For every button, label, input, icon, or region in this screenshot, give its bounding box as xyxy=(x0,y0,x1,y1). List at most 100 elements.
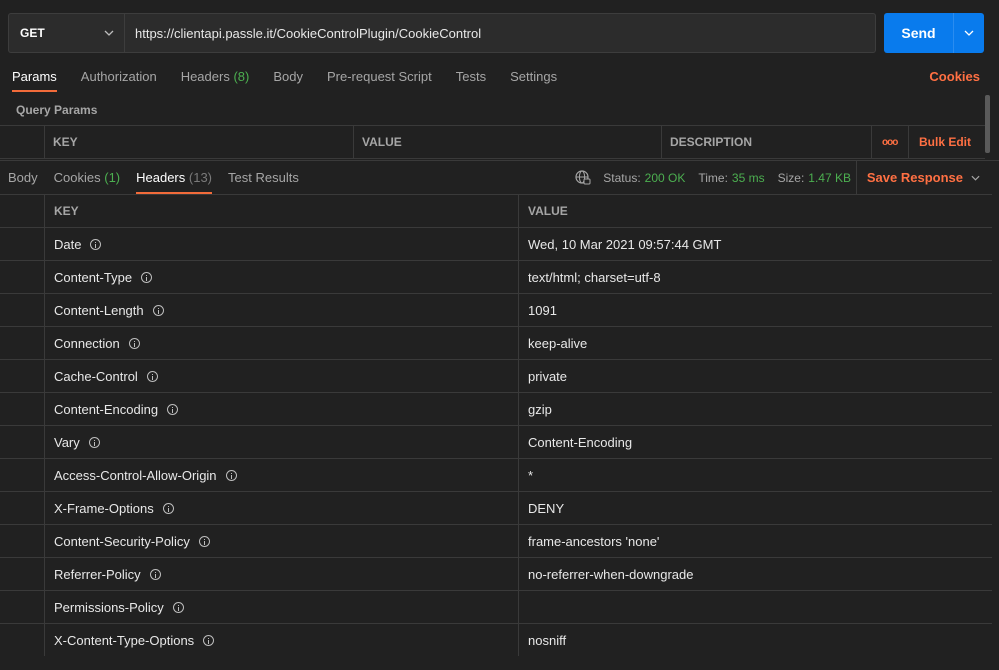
info-icon[interactable] xyxy=(128,337,140,349)
status-value[interactable]: 200 OK xyxy=(645,171,686,185)
tab-count: (8) xyxy=(233,69,250,84)
globe-icon[interactable] xyxy=(575,169,591,186)
info-icon[interactable] xyxy=(167,403,179,415)
header-value: DENY xyxy=(528,500,565,516)
query-params-title: Query Params xyxy=(16,103,98,117)
header-key-cell[interactable]: Access-Control-Allow-Origin xyxy=(45,459,519,491)
header-key: Content-Length xyxy=(54,302,144,318)
header-key-cell[interactable]: X-Frame-Options xyxy=(45,492,519,524)
header-key-cell[interactable]: Content-Type xyxy=(45,261,519,293)
value-column-header: VALUE xyxy=(528,204,568,218)
header-key-cell[interactable]: Content-Encoding xyxy=(45,393,519,425)
info-icon[interactable] xyxy=(146,370,158,382)
response-bar: Body Cookies (1) Headers (13) Test Resul… xyxy=(0,160,999,194)
header-key-cell[interactable]: Connection xyxy=(45,327,519,359)
method-select[interactable]: GET xyxy=(8,13,124,53)
row-gutter xyxy=(0,327,45,359)
header-key-cell[interactable]: Referrer-Policy xyxy=(45,558,519,590)
info-icon[interactable] xyxy=(152,304,164,316)
time-label: Time: xyxy=(698,170,728,185)
header-value-cell[interactable]: private xyxy=(519,360,992,392)
header-value: text/html; charset=utf-8 xyxy=(528,269,661,285)
info-icon[interactable] xyxy=(162,502,174,514)
header-value-cell[interactable]: text/html; charset=utf-8 xyxy=(519,261,992,293)
table-row: Access-Control-Allow-Origin * xyxy=(0,458,992,491)
method-label: GET xyxy=(20,26,45,40)
row-gutter xyxy=(0,261,45,293)
header-key-cell[interactable]: Cache-Control xyxy=(45,360,519,392)
header-value-cell[interactable] xyxy=(519,591,992,623)
url-input[interactable]: https://clientapi.passle.it/CookieContro… xyxy=(124,13,876,53)
info-icon[interactable] xyxy=(203,634,215,646)
info-icon[interactable] xyxy=(141,271,153,283)
table-row: Cache-Control private xyxy=(0,359,992,392)
header-key: Referrer-Policy xyxy=(54,566,141,582)
send-options-button[interactable] xyxy=(953,13,984,53)
chevron-down-icon xyxy=(104,30,114,36)
header-value-cell[interactable]: gzip xyxy=(519,393,992,425)
response-status: Status: 200 OK Time: 35 ms Size: 1.47 KB xyxy=(575,161,851,194)
time-value[interactable]: 35 ms xyxy=(732,171,765,185)
tab-pre-request-script[interactable]: Pre-request Script xyxy=(327,68,432,92)
header-key-cell[interactable]: Vary xyxy=(45,426,519,458)
table-row: Referrer-Policy no-referrer-when-downgrad… xyxy=(0,557,992,590)
chevron-down-icon xyxy=(964,30,974,36)
tab-test-results[interactable]: Test Results xyxy=(228,161,299,194)
tab-tests[interactable]: Tests xyxy=(456,68,486,92)
tab-body[interactable]: Body xyxy=(273,68,303,92)
params-key-header: KEY xyxy=(45,126,354,158)
header-value-cell[interactable]: * xyxy=(519,459,992,491)
row-gutter xyxy=(0,558,45,590)
header-value-cell[interactable]: Wed, 10 Mar 2021 09:57:44 GMT xyxy=(519,228,992,260)
header-value-cell[interactable]: 1091 xyxy=(519,294,992,326)
row-gutter xyxy=(0,591,45,623)
row-gutter xyxy=(0,459,45,491)
tab-label: Tests xyxy=(455,69,487,84)
header-key: Content-Security-Policy xyxy=(54,533,190,549)
info-icon[interactable] xyxy=(149,568,161,580)
header-value-cell[interactable]: Content-Encoding xyxy=(519,426,992,458)
info-icon[interactable] xyxy=(90,238,102,250)
request-bar: GET https://clientapi.passle.it/CookieCo… xyxy=(8,13,984,53)
info-icon[interactable] xyxy=(172,601,184,613)
save-response-button[interactable]: Save Response xyxy=(855,161,980,194)
send-button[interactable]: Send xyxy=(884,13,953,53)
tab-response-body[interactable]: Body xyxy=(8,161,38,194)
size-value[interactable]: 1.47 KB xyxy=(808,171,851,185)
header-key-cell[interactable]: Permissions-Policy xyxy=(45,591,519,623)
bulk-edit-button[interactable]: Bulk Edit xyxy=(909,126,985,158)
header-key-cell[interactable]: Content-Security-Policy xyxy=(45,525,519,557)
tab-authorization[interactable]: Authorization xyxy=(81,68,157,92)
header-key-cell[interactable]: Date xyxy=(45,228,519,260)
table-row: Content-Length 1091 xyxy=(0,293,992,326)
tab-response-headers[interactable]: Headers (13) xyxy=(136,161,212,194)
tab-params[interactable]: Params xyxy=(12,68,57,92)
row-gutter xyxy=(0,294,45,326)
tab-response-cookies[interactable]: Cookies (1) xyxy=(54,161,120,194)
header-value-cell[interactable]: DENY xyxy=(519,492,992,524)
tab-headers[interactable]: Headers (8) xyxy=(181,68,250,92)
tab-settings[interactable]: Settings xyxy=(510,68,557,92)
header-value-cell[interactable]: no-referrer-when-downgrade xyxy=(519,558,992,590)
table-header-row: KEY VALUE xyxy=(0,194,992,227)
header-value: Wed, 10 Mar 2021 09:57:44 GMT xyxy=(528,236,722,252)
cookies-link[interactable]: Cookies xyxy=(929,68,980,92)
tab-label: Test Results xyxy=(228,170,299,185)
header-value-cell[interactable]: keep-alive xyxy=(519,327,992,359)
info-icon[interactable] xyxy=(88,436,100,448)
info-icon[interactable] xyxy=(198,535,210,547)
header-value-cell[interactable]: frame-ancestors 'none' xyxy=(519,525,992,557)
info-icon[interactable] xyxy=(225,469,237,481)
params-scrollbar[interactable] xyxy=(985,95,990,153)
table-row: X-Content-Type-Options nosniff xyxy=(0,623,992,656)
url-text: https://clientapi.passle.it/CookieContro… xyxy=(135,25,482,41)
header-value-cell[interactable]: nosniff xyxy=(519,624,992,656)
tab-label: Body xyxy=(273,69,303,84)
header-value: keep-alive xyxy=(528,335,588,351)
more-options-icon[interactable]: ooo xyxy=(872,126,909,158)
header-key-cell[interactable]: Content-Length xyxy=(45,294,519,326)
tab-label: Body xyxy=(8,170,38,185)
header-value: * xyxy=(528,467,534,483)
header-key: Date xyxy=(54,236,82,252)
header-key-cell[interactable]: X-Content-Type-Options xyxy=(45,624,519,656)
